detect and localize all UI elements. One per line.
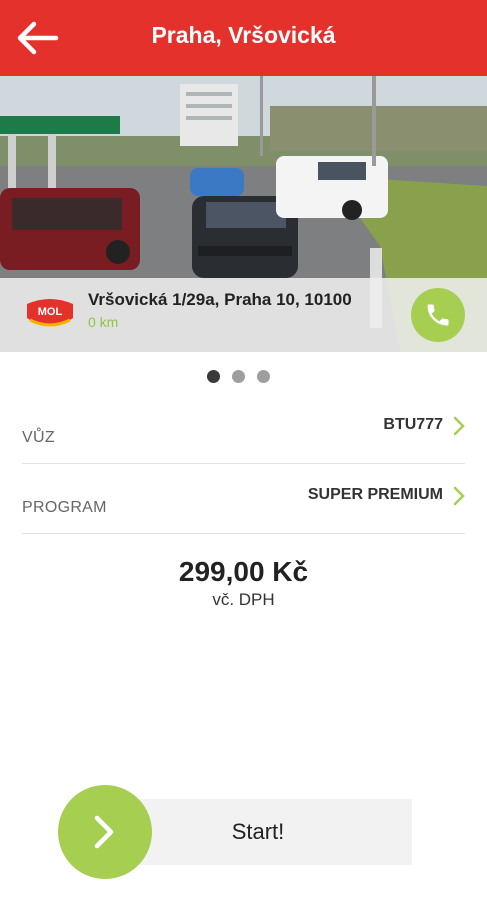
station-address: Vršovická 1/29a, Praha 10, 10100 [88, 290, 352, 309]
carousel-dot-1[interactable] [207, 370, 220, 383]
call-button[interactable] [411, 288, 465, 342]
phone-icon [427, 304, 449, 326]
chevron-right-icon [453, 416, 465, 436]
station-distance: 0 km [88, 314, 119, 330]
start-circle-button[interactable] [58, 785, 152, 879]
svg-text:MOL: MOL [38, 306, 63, 318]
arrow-left-icon [17, 21, 59, 55]
mol-logo: MOL [27, 299, 73, 327]
program-value: SUPER PREMIUM [307, 486, 443, 503]
carousel-dot-3[interactable] [257, 370, 270, 383]
page-title: Praha, Vršovická [151, 22, 336, 48]
price-vat-note: vč. DPH [212, 590, 275, 609]
carousel-indicator [207, 370, 275, 384]
vehicle-value: BTU777 [383, 416, 443, 433]
vehicle-row[interactable]: VŮZ BTU777 [22, 394, 465, 464]
program-row[interactable]: PROGRAM SUPER PREMIUM [22, 464, 465, 534]
back-button[interactable] [14, 18, 62, 58]
price-amount: 299,00 Kč [178, 556, 309, 587]
chevron-right-icon [453, 486, 465, 506]
chevron-right-icon [94, 815, 114, 849]
vehicle-label: VŮZ [22, 429, 55, 446]
carousel-dot-2[interactable] [232, 370, 245, 383]
program-label: PROGRAM [22, 499, 107, 516]
top-bar: Praha, Vršovická [0, 0, 487, 76]
